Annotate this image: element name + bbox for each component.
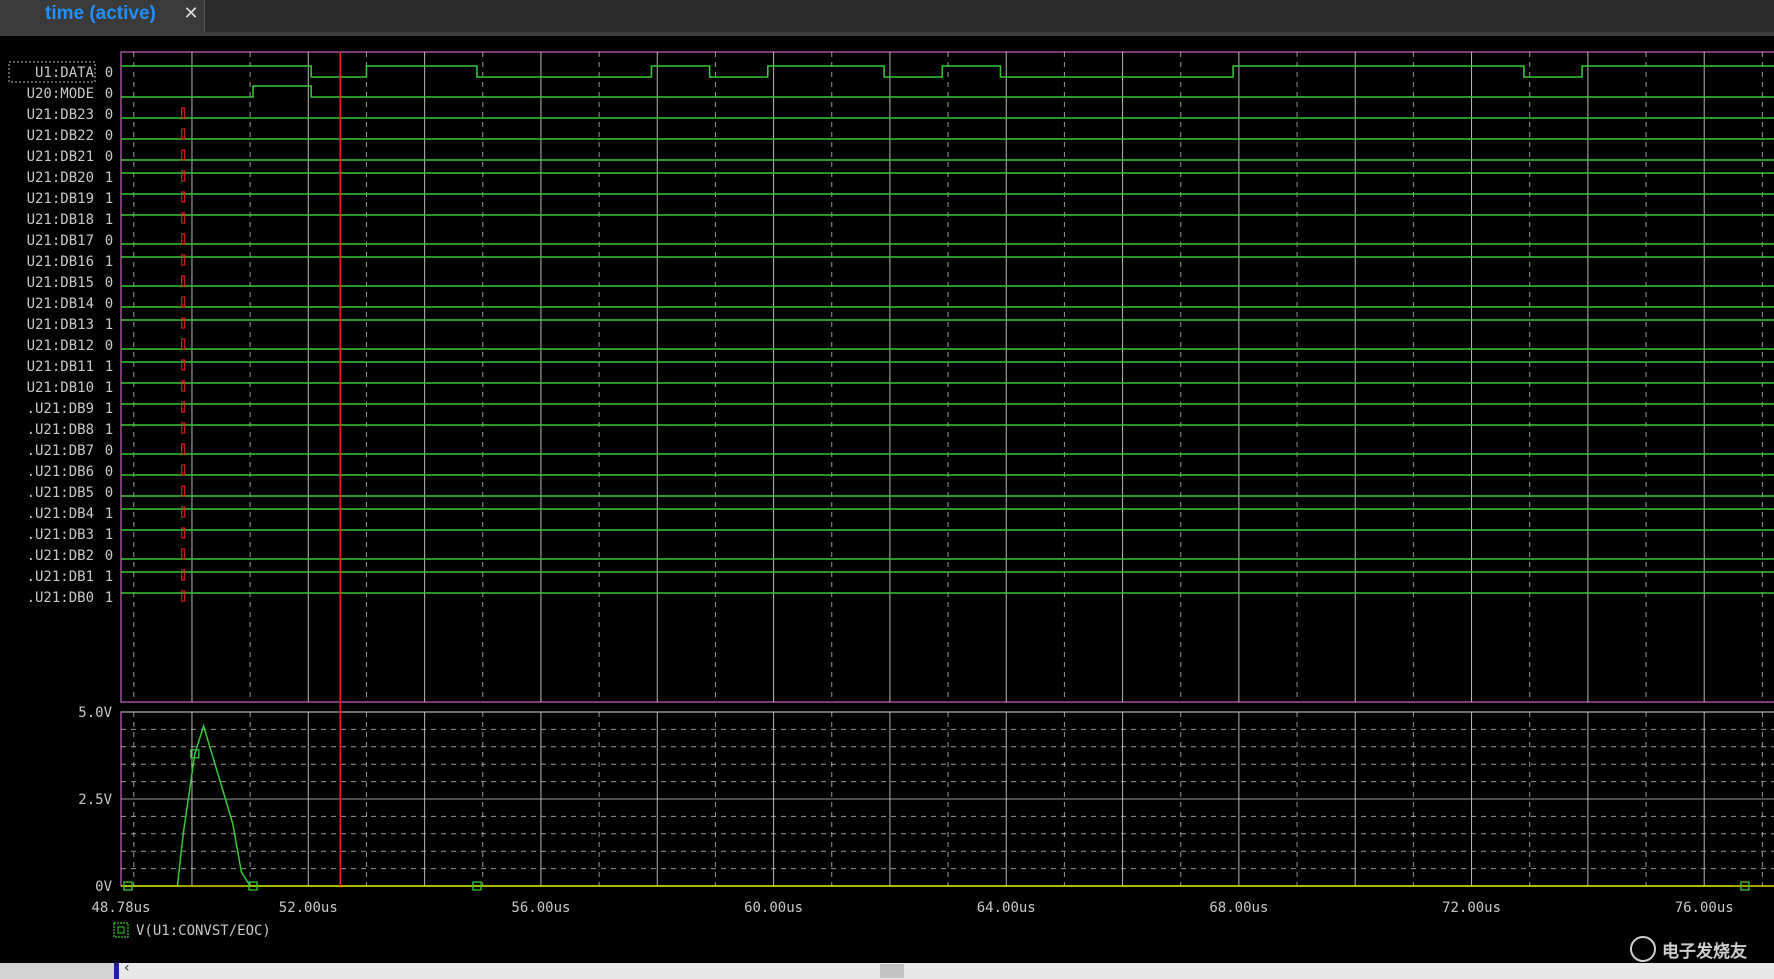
scroll-divider <box>114 963 119 979</box>
signal-value: 1 <box>105 254 113 270</box>
signal-name: .U21:DB4 <box>27 506 94 522</box>
bus-transition-marker <box>181 548 186 560</box>
signal-name: U21:DB12 <box>27 338 94 354</box>
x-tick-label: 64.00us <box>977 900 1036 916</box>
watermark-text: 电子发烧友 <box>1662 941 1747 962</box>
tab-bar: time (active) ✕ <box>0 0 1774 36</box>
x-tick-label: 48.78us <box>91 900 150 916</box>
signal-value: 1 <box>105 590 113 606</box>
bus-transition-marker <box>181 443 186 455</box>
waveform-plot[interactable]: U1:DATA 0 U20:MODE 0 U21:DB23 0 U21:DB22 0 U21:D… <box>0 36 1774 963</box>
trace-u20-mode <box>121 85 1774 98</box>
signal-value: 1 <box>105 401 113 417</box>
scroll-thumb[interactable] <box>880 964 904 978</box>
bus-transition-marker <box>181 275 186 287</box>
trace-analog-convst <box>122 723 1734 887</box>
signal-name: .U21:DB1 <box>27 569 94 585</box>
tab-title: time (active) <box>45 3 156 24</box>
signal-value: 1 <box>105 317 113 333</box>
trace-u1-data <box>121 65 1774 78</box>
signal-value: 1 <box>105 191 113 207</box>
bus-transition-marker <box>181 149 186 161</box>
signal-value: 0 <box>105 107 113 123</box>
signal-value: 1 <box>105 170 113 186</box>
horizontal-scrollbar[interactable]: ‹ <box>0 960 1774 979</box>
digital-frame <box>120 51 1774 703</box>
signal-value: 1 <box>105 422 113 438</box>
signal-name: .U21:DB9 <box>27 401 94 417</box>
signal-name: .U21:DB2 <box>27 548 94 564</box>
signal-name: U1:DATA <box>35 65 95 81</box>
signal-value: 1 <box>105 212 113 228</box>
signal-name: U21:DB23 <box>27 107 94 123</box>
watermark: 电子发烧友 <box>1630 934 1747 964</box>
x-tick-label: 76.00us <box>1675 900 1734 916</box>
y-tick-label: 5.0V <box>78 705 112 721</box>
signal-name: U21:DB18 <box>27 212 94 228</box>
x-tick-label: 68.00us <box>1209 900 1268 916</box>
bus-transition-marker <box>181 107 186 119</box>
signal-name: .U21:DB8 <box>27 422 94 438</box>
signal-value: 0 <box>105 296 113 312</box>
signal-name: U21:DB19 <box>27 191 94 207</box>
signal-value: 0 <box>105 548 113 564</box>
x-tick-label: 72.00us <box>1442 900 1501 916</box>
signal-value: 1 <box>105 359 113 375</box>
close-icon[interactable]: ✕ <box>182 3 200 25</box>
signal-name: U21:DB15 <box>27 275 94 291</box>
tab-time[interactable]: time (active) ✕ <box>0 0 205 32</box>
signal-name: U21:DB17 <box>27 233 94 249</box>
signal-name: U21:DB16 <box>27 254 94 270</box>
signal-name: U21:DB22 <box>27 128 94 144</box>
bus-transition-marker <box>181 233 186 245</box>
signal-name: .U21:DB5 <box>27 485 94 501</box>
signal-value: 1 <box>105 506 113 522</box>
signal-name: .U21:DB6 <box>27 464 94 480</box>
status-area <box>0 963 114 979</box>
legend-marker-inner <box>117 926 125 934</box>
signal-name: .U21:DB7 <box>27 443 94 459</box>
watermark-logo-icon <box>1630 936 1656 962</box>
signal-value: 0 <box>105 128 113 144</box>
bus-transition-marker <box>181 128 186 140</box>
signal-name: U21:DB20 <box>27 170 94 186</box>
x-tick-label: 52.00us <box>279 900 338 916</box>
signal-value: 0 <box>105 149 113 165</box>
signal-value: 0 <box>105 464 113 480</box>
signal-name: U21:DB11 <box>27 359 94 375</box>
signal-name: U20:MODE <box>27 86 94 102</box>
legend-label: V(U1:CONVST/EOC) <box>136 923 271 939</box>
signal-value: 0 <box>105 275 113 291</box>
signal-name: U21:DB21 <box>27 149 94 165</box>
signal-name: .U21:DB0 <box>27 590 94 606</box>
bus-transition-marker <box>181 296 186 308</box>
bus-transition-marker <box>181 485 186 497</box>
signal-value: 0 <box>105 233 113 249</box>
signal-value: 1 <box>105 527 113 543</box>
y-tick-label: 2.5V <box>78 792 112 808</box>
legend-marker-icon <box>113 922 129 938</box>
y-tick-label: 0V <box>95 879 112 895</box>
bus-transition-marker <box>181 464 186 476</box>
signal-name: U21:DB13 <box>27 317 94 333</box>
signal-value: 0 <box>105 443 113 459</box>
signal-value: 0 <box>105 485 113 501</box>
signal-value: 1 <box>105 569 113 585</box>
signal-name: U21:DB14 <box>27 296 94 312</box>
scroll-left-icon[interactable]: ‹ <box>124 960 140 976</box>
signal-value: 1 <box>105 380 113 396</box>
signal-value: 0 <box>105 338 113 354</box>
signal-value: 0 <box>105 65 113 81</box>
signal-name: .U21:DB3 <box>27 527 94 543</box>
signal-name: U21:DB10 <box>27 380 94 396</box>
bus-transition-marker <box>181 338 186 350</box>
x-tick-label: 56.00us <box>511 900 570 916</box>
signal-value: 0 <box>105 86 113 102</box>
x-tick-label: 60.00us <box>744 900 803 916</box>
